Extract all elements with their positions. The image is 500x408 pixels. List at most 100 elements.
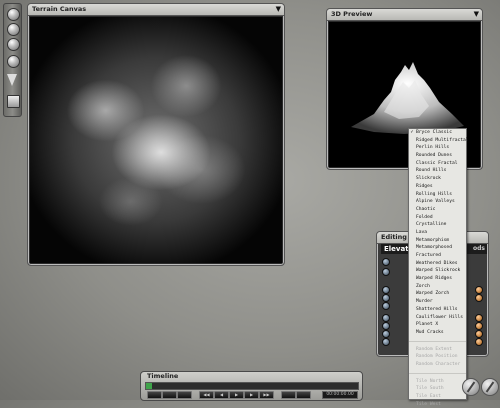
- menu-item[interactable]: Perlin Hills: [409, 144, 466, 152]
- menu-item-label: Random Extent: [416, 346, 452, 352]
- edit-option-button[interactable]: [382, 302, 390, 310]
- edit-option-button[interactable]: [475, 286, 483, 294]
- edit-option-button[interactable]: [382, 286, 390, 294]
- menu-item[interactable]: Lava: [409, 229, 466, 237]
- menu-item-label: Warped Zorch: [416, 291, 450, 297]
- menu-item-label: Chaotic: [416, 206, 436, 212]
- menu-item-label: Bryce Classic: [416, 130, 452, 135]
- menu-item-label: Zorch: [416, 283, 430, 289]
- rewind-button[interactable]: ◀◀: [199, 391, 214, 399]
- menu-item-label: Slickrock: [416, 176, 441, 182]
- menu-item[interactable]: Mud Cracks: [409, 329, 466, 337]
- terrain-canvas-window: Terrain Canvas ▼: [27, 3, 285, 266]
- menu-item[interactable]: Classic Fractal: [409, 160, 466, 168]
- menu-item[interactable]: Rounded Dunes: [409, 152, 466, 160]
- menu-item-label: Tile North: [416, 378, 444, 384]
- menu-item[interactable]: Metamorphism: [409, 237, 466, 245]
- checkmark-icon: ✓: [410, 129, 414, 135]
- edit-option-button[interactable]: [382, 294, 390, 302]
- edit-option-button[interactable]: [382, 314, 390, 322]
- timeline-button[interactable]: [147, 391, 162, 399]
- menu-item[interactable]: Warped Zorch: [409, 290, 466, 298]
- edit-option-button[interactable]: [382, 338, 390, 346]
- menu-item-label: Tile South: [416, 386, 444, 392]
- edit-option-button[interactable]: [475, 294, 483, 302]
- sphere-tool-icon[interactable]: [7, 38, 20, 51]
- menu-item-label: Rounded Dunes: [416, 153, 452, 159]
- sphere-tool-icon[interactable]: [7, 55, 20, 68]
- editing-right-label: ods: [473, 245, 485, 252]
- menu-item-label: Rolling Hills: [416, 191, 452, 197]
- menu-item-label: Shattered Hills: [416, 306, 458, 312]
- menu-item: Random Extent: [409, 346, 466, 354]
- time-display[interactable]: 00:00:00.00: [322, 391, 358, 399]
- menu-item-label: Weathered Dikes: [416, 260, 458, 266]
- render-control-button[interactable]: [462, 378, 480, 396]
- edit-option-button[interactable]: [475, 314, 483, 322]
- edit-option-button[interactable]: [475, 330, 483, 338]
- menu-item[interactable]: Ridged Multifractal: [409, 137, 469, 145]
- menu-item[interactable]: Ridges: [409, 183, 466, 191]
- terrain-canvas-title: Terrain Canvas: [32, 5, 87, 13]
- timeline-button[interactable]: [281, 391, 296, 399]
- sphere-tool-icon[interactable]: [7, 8, 20, 21]
- menu-item[interactable]: Alpine Valleys: [409, 198, 466, 206]
- menu-item-label: Ridged Multifractal: [416, 137, 469, 143]
- edit-control-button[interactable]: [481, 378, 499, 396]
- edit-option-button[interactable]: [475, 322, 483, 330]
- play-button[interactable]: ▶: [229, 391, 244, 399]
- tool-strip: [3, 3, 22, 117]
- menu-item[interactable]: Shattered Hills: [409, 306, 466, 314]
- cone-tool-icon[interactable]: [7, 74, 17, 86]
- menu-item-label: Metamorphism: [416, 237, 450, 243]
- timeline-button[interactable]: [296, 391, 311, 399]
- menu-item[interactable]: Rolling Hills: [409, 191, 466, 199]
- menu-item[interactable]: Zorch: [409, 283, 466, 291]
- edit-option-button[interactable]: [475, 338, 483, 346]
- menu-item-label: Alpine Valleys: [416, 199, 455, 205]
- edit-option-button[interactable]: [382, 268, 390, 276]
- menu-item[interactable]: Fractured: [409, 252, 466, 260]
- menu-item-label: Perlin Hills: [416, 145, 450, 151]
- menu-item[interactable]: Murder: [409, 298, 466, 306]
- edit-option-button[interactable]: [382, 322, 390, 330]
- menu-item[interactable]: Planet X: [409, 321, 466, 329]
- preview-titlebar: 3D Preview ▼: [327, 9, 482, 21]
- timeline-button[interactable]: [162, 391, 177, 399]
- step-back-button[interactable]: ◀: [214, 391, 229, 399]
- menu-item-label: Random Character: [416, 361, 461, 367]
- menu-item[interactable]: Warped Slickrock: [409, 267, 466, 275]
- menu-item[interactable]: ✓ Bryce Classic: [409, 129, 466, 137]
- edit-option-button[interactable]: [382, 258, 390, 266]
- terrain-canvas-titlebar: Terrain Canvas ▼: [28, 4, 284, 16]
- menu-item[interactable]: Weathered Dikes: [409, 260, 466, 268]
- menu-item[interactable]: Slickrock: [409, 175, 466, 183]
- fast-forward-button[interactable]: ▶▶: [259, 391, 274, 399]
- menu-item[interactable]: Round Hills: [409, 167, 466, 175]
- edit-option-button[interactable]: [382, 330, 390, 338]
- menu-item[interactable]: Crystalline: [409, 221, 466, 229]
- menu-item-label: Ridges: [416, 183, 433, 189]
- menu-item-label: Mud Cracks: [416, 329, 444, 335]
- menu-item-label: Warped Slickrock: [416, 268, 461, 274]
- timeline-button[interactable]: [177, 391, 192, 399]
- slash-icon: [466, 381, 476, 393]
- menu-item: Tile South: [409, 385, 466, 393]
- menu-item[interactable]: Metamorphosed: [409, 244, 466, 252]
- sphere-tool-icon[interactable]: [7, 23, 20, 36]
- menu-item[interactable]: Folded: [409, 214, 466, 222]
- menu-item[interactable]: Chaotic: [409, 206, 466, 214]
- window-menu-arrow-icon[interactable]: ▼: [276, 6, 281, 13]
- square-tool-icon[interactable]: [7, 95, 20, 108]
- menu-item[interactable]: Warped Ridges: [409, 275, 466, 283]
- menu-item-label: Classic Fractal: [416, 160, 458, 166]
- menu-item[interactable]: Cauliflower Hills: [409, 314, 466, 322]
- step-forward-button[interactable]: ▶: [244, 391, 259, 399]
- preview-title: 3D Preview: [331, 10, 373, 18]
- menu-item: Random Position: [409, 353, 466, 361]
- preview-menu-arrow-icon[interactable]: ▼: [474, 11, 479, 18]
- terrain-heightmap-canvas[interactable]: [30, 17, 282, 263]
- menu-item-label: Folded: [416, 214, 433, 220]
- timeline-scrubber[interactable]: [145, 382, 359, 390]
- menu-item-label: Warped Ridges: [416, 276, 452, 282]
